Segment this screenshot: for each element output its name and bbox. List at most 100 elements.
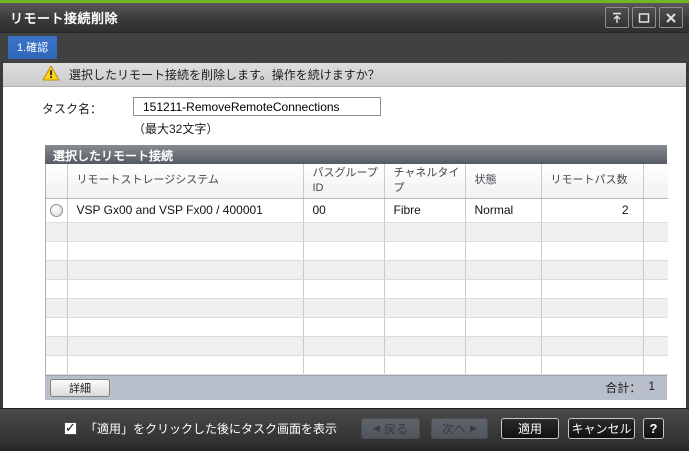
empty-cell <box>541 279 644 299</box>
empty-row <box>46 260 668 280</box>
empty-cell <box>67 355 304 375</box>
empty-cell <box>643 222 668 242</box>
step-bar: 1.確認 <box>0 32 689 63</box>
window-controls <box>605 7 683 28</box>
show-task-screen-option[interactable]: 「適用」をクリックした後にタスク画面を表示 <box>63 420 337 437</box>
col-header-remote-path-count: リモートパス数 <box>541 164 644 199</box>
empty-cell <box>541 298 644 318</box>
remote-connection-delete-dialog: リモート接続削除 1.確認 選択したリモート接続を削除します。操作を続けますか？… <box>0 0 689 451</box>
selected-connections-block: 選択したリモート接続 リモートストレージシステム パスグループID チャネルタイ… <box>45 145 668 400</box>
col-header-select <box>46 164 68 199</box>
empty-cell <box>46 279 68 299</box>
empty-cell <box>541 317 644 337</box>
total-value: 1 <box>648 379 655 394</box>
apply-button[interactable]: 適用 <box>501 417 559 439</box>
empty-cell <box>643 336 668 356</box>
table-row: VSP Gx00 and VSP Fx00 / 400001 00 Fibre … <box>46 198 668 223</box>
empty-cell <box>46 241 68 261</box>
empty-cell <box>465 355 542 375</box>
rollup-button[interactable] <box>605 7 629 28</box>
empty-cell <box>384 298 466 318</box>
empty-row <box>46 336 668 356</box>
row-select-cell <box>46 198 68 223</box>
cancel-button[interactable]: キャンセル <box>568 417 635 439</box>
empty-cell <box>303 260 385 280</box>
col-header-remote-storage-system: リモートストレージシステム <box>67 164 304 199</box>
total-row: 合計： 1 <box>605 379 655 396</box>
empty-cell <box>67 222 304 242</box>
empty-cell <box>303 317 385 337</box>
empty-cell <box>303 241 385 261</box>
empty-cell <box>303 336 385 356</box>
warning-banner: 選択したリモート接続を削除します。操作を続けますか？ <box>3 63 686 87</box>
help-button[interactable]: ? <box>643 417 664 439</box>
total-label: 合計： <box>605 381 642 396</box>
empty-cell <box>643 317 668 337</box>
empty-cell <box>46 260 68 280</box>
selected-connections-tbody: VSP Gx00 and VSP Fx00 / 400001 00 Fibre … <box>46 198 668 375</box>
empty-cell <box>303 355 385 375</box>
table-header-row: リモートストレージシステム パスグループID チャネルタイプ 状態 リモートパス… <box>46 164 668 199</box>
back-arrow-icon: ◀ <box>373 422 380 433</box>
task-name-field-group: （最大32文字） <box>133 97 381 145</box>
close-button[interactable] <box>659 7 683 28</box>
col-header-status: 状態 <box>465 164 542 199</box>
empty-cell <box>384 279 466 299</box>
empty-cell <box>465 279 542 299</box>
empty-cell <box>541 260 644 280</box>
empty-cell <box>465 317 542 337</box>
empty-cell <box>384 241 466 261</box>
content-frame: 選択したリモート接続を削除します。操作を続けますか？ タスク名： （最大32文字… <box>0 63 689 408</box>
task-name-section: タスク名： （最大32文字） <box>3 87 686 145</box>
task-name-input[interactable] <box>133 97 381 116</box>
empty-cell <box>465 260 542 280</box>
warning-icon <box>42 65 60 84</box>
show-task-screen-label: 「適用」をクリックした後にタスク画面を表示 <box>84 421 337 436</box>
empty-cell <box>541 355 644 375</box>
empty-cell <box>46 336 68 356</box>
empty-cell <box>46 298 68 318</box>
empty-cell <box>465 336 542 356</box>
close-icon <box>665 12 677 24</box>
next-button[interactable]: 次へ ▶ <box>431 417 488 439</box>
next-arrow-icon: ▶ <box>470 422 477 433</box>
empty-cell <box>465 222 542 242</box>
maximize-button[interactable] <box>632 7 656 28</box>
col-header-path-group-id: パスグループID <box>303 164 385 199</box>
empty-cell <box>541 222 644 242</box>
empty-row <box>46 317 668 337</box>
back-button[interactable]: ◀ 戻る <box>361 417 420 439</box>
empty-row <box>46 279 668 299</box>
empty-cell <box>67 336 304 356</box>
dialog-title: リモート接続削除 <box>10 11 119 26</box>
action-bar: 「適用」をクリックした後にタスク画面を表示 ◀ 戻る 次へ ▶ 適用 キャンセル… <box>0 408 689 451</box>
empty-cell <box>465 298 542 318</box>
empty-row <box>46 222 668 242</box>
empty-cell <box>67 241 304 261</box>
cell-path-group-id: 00 <box>303 198 385 223</box>
empty-cell <box>303 222 385 242</box>
empty-cell <box>384 222 466 242</box>
empty-cell <box>67 260 304 280</box>
row-radio-button[interactable] <box>49 204 63 218</box>
empty-cell <box>384 336 466 356</box>
cell-remote-path-count: 2 <box>541 198 644 223</box>
empty-row <box>46 298 668 318</box>
empty-cell <box>465 241 542 261</box>
col-header-channel-type: チャネルタイプ <box>384 164 466 199</box>
titlebar: リモート接続削除 <box>0 3 689 32</box>
empty-cell <box>67 298 304 318</box>
table-footer: 詳細 合計： 1 <box>45 374 667 400</box>
empty-cell <box>541 336 644 356</box>
empty-cell <box>643 279 668 299</box>
table-wrap: リモートストレージシステム パスグループID チャネルタイプ 状態 リモートパス… <box>45 164 668 375</box>
detail-button[interactable]: 詳細 <box>50 378 110 397</box>
empty-cell <box>67 317 304 337</box>
empty-row <box>46 241 668 261</box>
empty-cell <box>541 241 644 261</box>
show-task-screen-checkbox[interactable] <box>63 420 77 436</box>
cell-spacer <box>643 198 668 223</box>
empty-cell <box>643 298 668 318</box>
empty-cell <box>46 317 68 337</box>
empty-cell <box>384 355 466 375</box>
